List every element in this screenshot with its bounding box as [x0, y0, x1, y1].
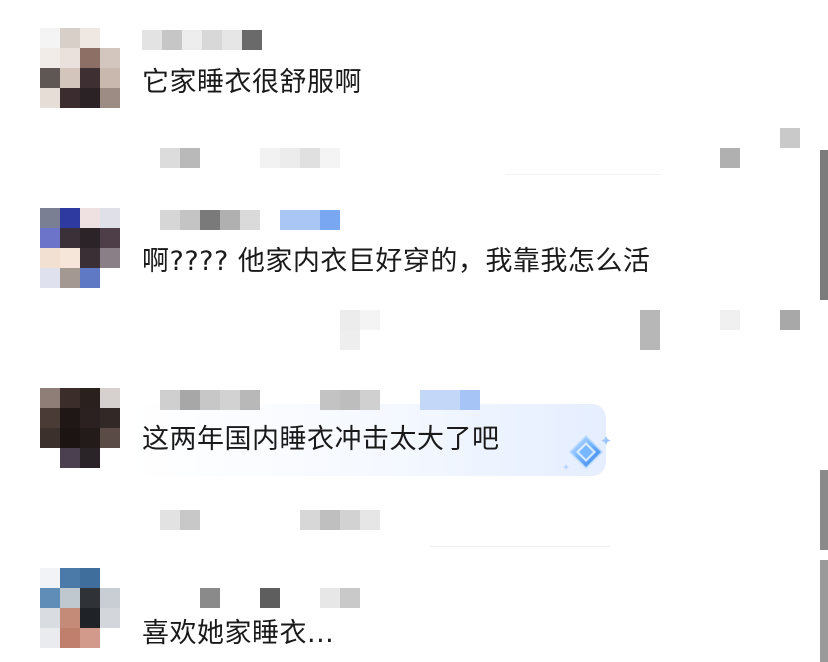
divider	[505, 174, 660, 175]
comment-meta-blurred	[160, 148, 360, 168]
comment-meta-blurred	[280, 310, 400, 350]
avatar[interactable]	[40, 28, 120, 108]
comment-text: 这两年国内睡衣冲击太大了吧	[142, 424, 500, 455]
username-blurred[interactable]	[142, 390, 482, 410]
avatar[interactable]	[40, 568, 120, 648]
like-icon[interactable]	[640, 310, 660, 350]
divider	[430, 546, 610, 547]
avatar[interactable]	[40, 388, 120, 468]
username-blurred[interactable]	[142, 30, 262, 50]
like-icon[interactable]	[720, 148, 740, 168]
username-blurred[interactable]	[142, 210, 342, 230]
comment-text: 它家睡衣很舒服啊	[142, 67, 362, 98]
comment-text: 啊???? 他家内衣巨好穿的，我靠我怎么活	[142, 246, 651, 277]
comment-meta-blurred	[160, 510, 400, 530]
comment-text: 喜欢她家睡衣...	[142, 618, 335, 649]
username-blurred[interactable]	[142, 588, 362, 608]
diamond-badge-icon	[563, 434, 611, 470]
avatar[interactable]	[40, 208, 120, 288]
